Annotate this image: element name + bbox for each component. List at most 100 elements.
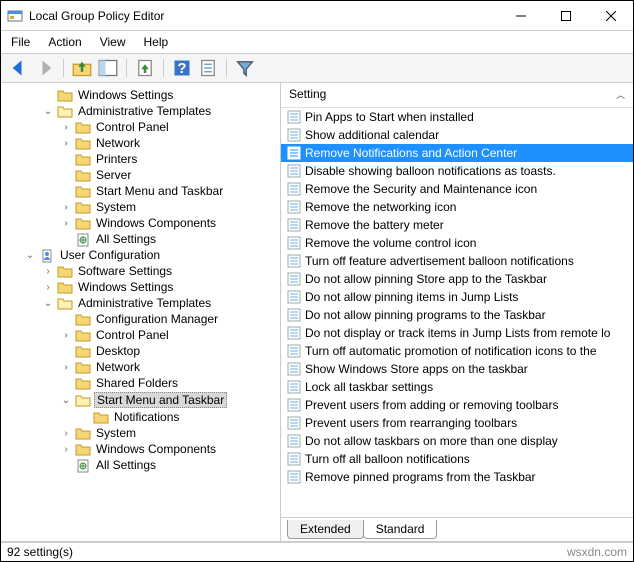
menu-action[interactable]: Action [48, 35, 81, 49]
menu-view[interactable]: View [100, 35, 126, 49]
setting-icon [287, 128, 301, 142]
expand-icon[interactable]: › [60, 362, 72, 373]
setting-item[interactable]: Turn off all balloon notifications [281, 450, 633, 468]
maximize-button[interactable] [543, 1, 588, 31]
setting-label: Do not allow pinning programs to the Tas… [305, 308, 546, 322]
tree-node-label: Control Panel [94, 328, 171, 342]
tree-node[interactable]: Printers [3, 151, 278, 167]
setting-label: Remove pinned programs from the Taskbar [305, 470, 536, 484]
setting-icon [287, 362, 301, 376]
window-title: Local Group Policy Editor [29, 9, 498, 23]
expand-icon[interactable]: ⌄ [42, 106, 54, 117]
setting-item[interactable]: Lock all taskbar settings [281, 378, 633, 396]
setting-item[interactable]: Remove Notifications and Action Center [281, 144, 633, 162]
up-folder-button[interactable] [72, 58, 92, 78]
setting-item[interactable]: Do not allow taskbars on more than one d… [281, 432, 633, 450]
tab-standard[interactable]: Standard [363, 520, 438, 539]
expand-icon[interactable]: › [42, 282, 54, 293]
expand-icon[interactable]: › [60, 428, 72, 439]
setting-label: Remove Notifications and Action Center [305, 146, 517, 160]
tree-node[interactable]: ›Network [3, 135, 278, 151]
filter-button[interactable] [235, 58, 255, 78]
setting-item[interactable]: Show additional calendar [281, 126, 633, 144]
tree-node[interactable]: Desktop [3, 343, 278, 359]
setting-icon [287, 182, 301, 196]
setting-item[interactable]: Show Windows Store apps on the taskbar [281, 360, 633, 378]
close-button[interactable] [588, 1, 633, 31]
setting-item[interactable]: Do not display or track items in Jump Li… [281, 324, 633, 342]
expand-icon[interactable]: › [60, 218, 72, 229]
tree-node[interactable]: Configuration Manager [3, 311, 278, 327]
setting-item[interactable]: Remove pinned programs from the Taskbar [281, 468, 633, 486]
scroll-up-icon[interactable]: ︿ [616, 88, 625, 101]
setting-item[interactable]: Disable showing balloon notifications as… [281, 162, 633, 180]
expand-icon[interactable]: › [60, 122, 72, 133]
minimize-button[interactable] [498, 1, 543, 31]
export-button[interactable] [135, 58, 155, 78]
folder-icon [75, 136, 91, 150]
setting-item[interactable]: Turn off automatic promotion of notifica… [281, 342, 633, 360]
setting-icon [287, 200, 301, 214]
tree-node[interactable]: Notifications [3, 409, 278, 425]
tree-node[interactable]: ⌄Administrative Templates [3, 103, 278, 119]
tree-node[interactable]: Start Menu and Taskbar [3, 183, 278, 199]
tree-node[interactable]: ›Windows Components [3, 441, 278, 457]
setting-item[interactable]: Do not allow pinning items in Jump Lists [281, 288, 633, 306]
content-area: Windows Settings⌄Administrative Template… [1, 83, 633, 542]
tree-node[interactable]: ›System [3, 425, 278, 441]
setting-item[interactable]: Remove the volume control icon [281, 234, 633, 252]
expand-icon[interactable]: ⌄ [24, 250, 36, 261]
help-button[interactable]: ? [172, 58, 192, 78]
tree-node[interactable]: ›Windows Settings [3, 279, 278, 295]
setting-item[interactable]: Do not allow pinning programs to the Tas… [281, 306, 633, 324]
menu-file[interactable]: File [11, 35, 30, 49]
setting-item[interactable]: Prevent users from adding or removing to… [281, 396, 633, 414]
tree-node-label: Start Menu and Taskbar [94, 392, 227, 408]
folder-icon [75, 360, 91, 374]
setting-item[interactable]: Turn off feature advertisement balloon n… [281, 252, 633, 270]
setting-item[interactable]: Remove the networking icon [281, 198, 633, 216]
menubar: File Action View Help [1, 31, 633, 54]
setting-label: Prevent users from rearranging toolbars [305, 416, 517, 430]
expand-icon[interactable]: › [60, 202, 72, 213]
expand-icon[interactable]: › [60, 138, 72, 149]
user-icon [39, 248, 55, 262]
tree-pane[interactable]: Windows Settings⌄Administrative Template… [1, 83, 281, 541]
expand-icon[interactable]: ⌄ [60, 395, 72, 406]
tree-node[interactable]: Shared Folders [3, 375, 278, 391]
tree-node[interactable]: ⌄Administrative Templates [3, 295, 278, 311]
tree-node[interactable]: ›Windows Components [3, 215, 278, 231]
tree-node[interactable]: › Software Settings [3, 263, 278, 279]
show-hide-tree-button[interactable] [98, 58, 118, 78]
tree-node[interactable]: Windows Settings [3, 87, 278, 103]
back-button[interactable] [9, 58, 29, 78]
setting-item[interactable]: Remove the battery meter [281, 216, 633, 234]
expand-icon[interactable]: ⌄ [42, 298, 54, 309]
tree-node[interactable]: ⌄User Configuration [3, 247, 278, 263]
properties-button[interactable] [198, 58, 218, 78]
expand-icon[interactable]: › [60, 444, 72, 455]
folder-icon [57, 264, 73, 278]
tree-node-label: Software Settings [76, 264, 174, 278]
tree-node[interactable]: ›Network [3, 359, 278, 375]
tree-node-label: Notifications [112, 410, 181, 424]
tree-node[interactable]: Server [3, 167, 278, 183]
tree-node[interactable]: ›Control Panel [3, 119, 278, 135]
tree-node[interactable]: › Control Panel [3, 327, 278, 343]
settings-list[interactable]: Pin Apps to Start when installedShow add… [281, 108, 633, 517]
setting-item[interactable]: Pin Apps to Start when installed [281, 108, 633, 126]
folder-icon [75, 393, 91, 407]
setting-item[interactable]: Prevent users from rearranging toolbars [281, 414, 633, 432]
tree-node[interactable]: ›System [3, 199, 278, 215]
expand-icon[interactable]: › [60, 330, 72, 341]
tree-node[interactable]: All Settings [3, 231, 278, 247]
tree-node[interactable]: ⌄ Start Menu and Taskbar [3, 391, 278, 409]
setting-item[interactable]: Do not allow pinning Store app to the Ta… [281, 270, 633, 288]
forward-button[interactable] [35, 58, 55, 78]
tree-node[interactable]: All Settings [3, 457, 278, 473]
expand-icon[interactable]: › [42, 266, 54, 277]
tab-extended[interactable]: Extended [287, 520, 364, 539]
settings-header[interactable]: Setting ︿ [281, 83, 633, 108]
setting-item[interactable]: Remove the Security and Maintenance icon [281, 180, 633, 198]
menu-help[interactable]: Help [144, 35, 169, 49]
